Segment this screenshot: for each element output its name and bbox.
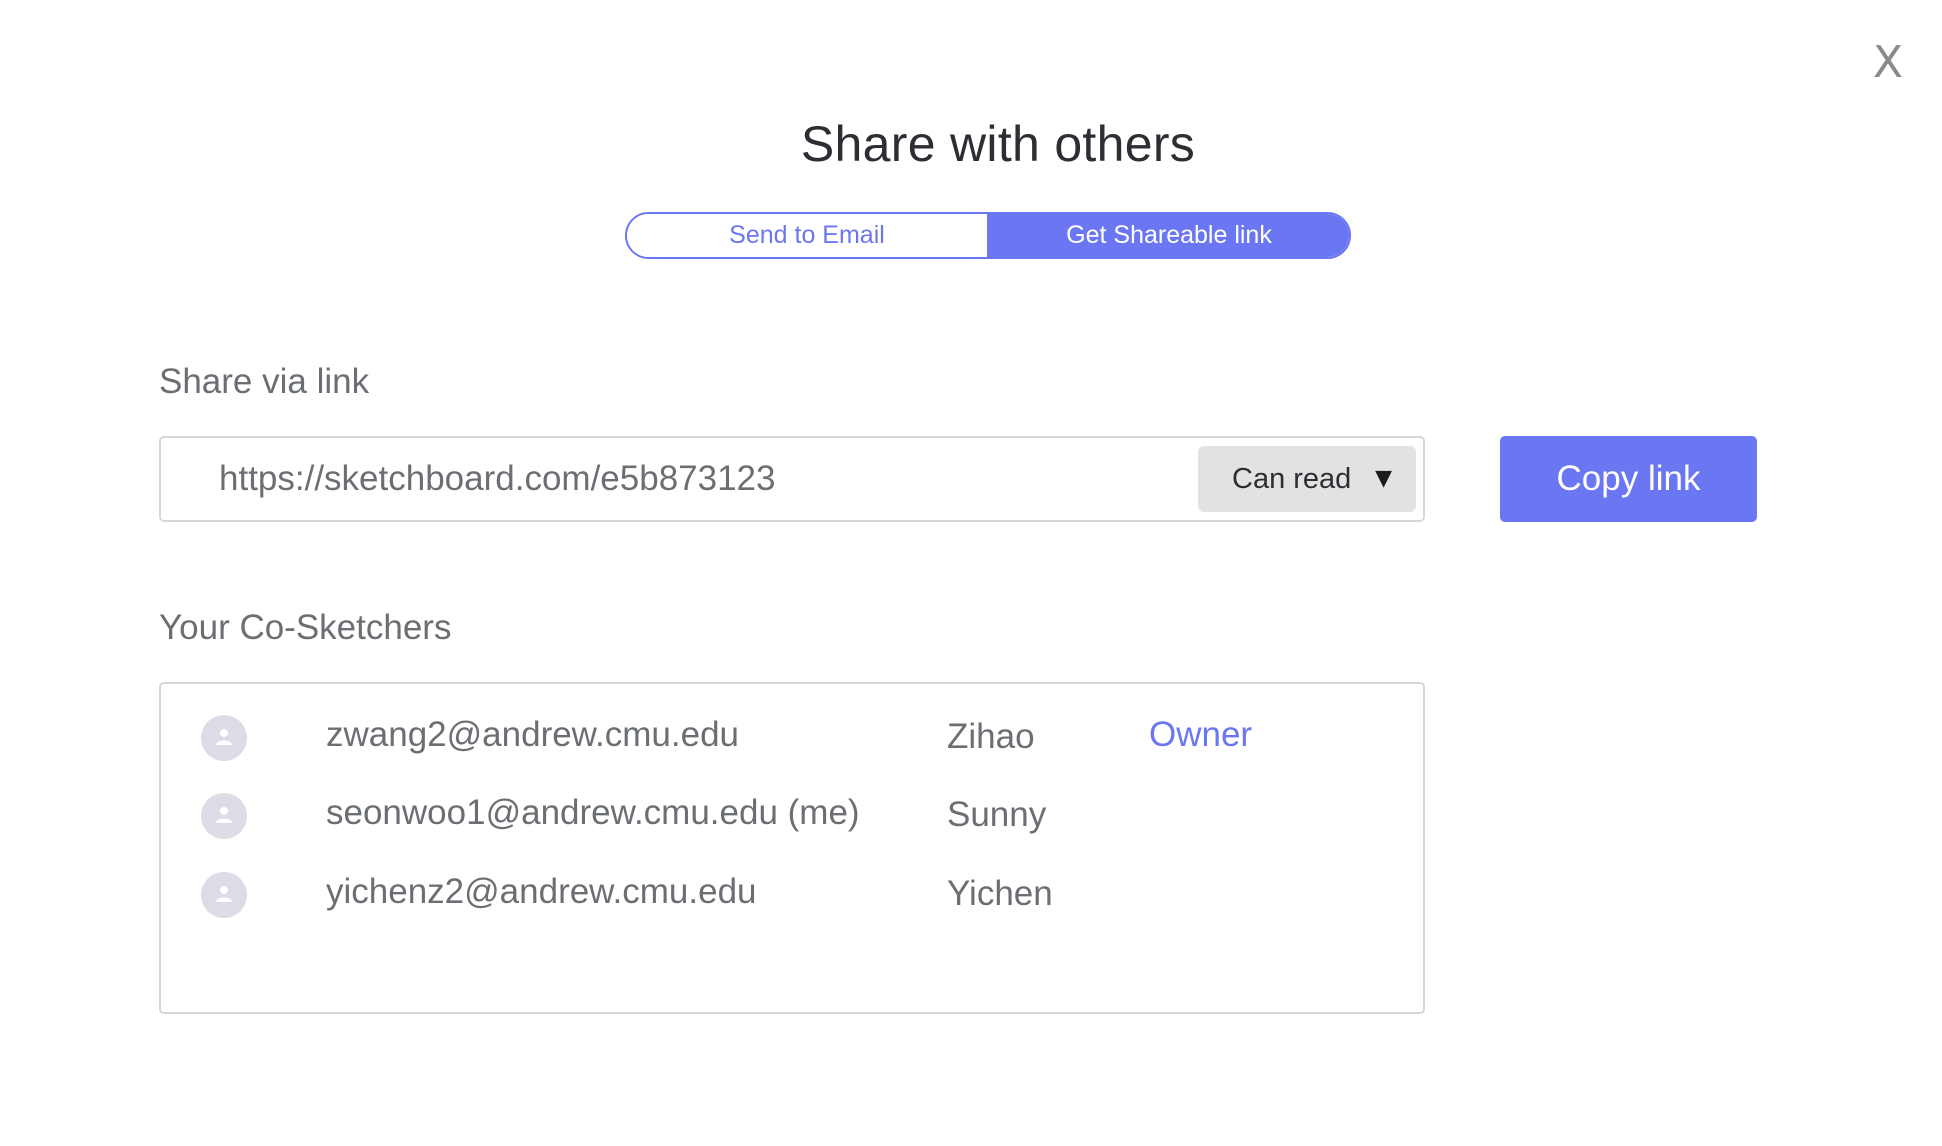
user-icon	[216, 886, 232, 902]
list-item: zwang2@andrew.cmu.edu Zihao Owner	[161, 710, 1423, 770]
share-mode-toggle: Send to Email Get Shareable link	[625, 212, 1351, 259]
tab-send-to-email[interactable]: Send to Email	[627, 214, 989, 257]
sketcher-name: Zihao	[947, 717, 1035, 756]
list-item: yichenz2@andrew.cmu.edu Yichen	[161, 867, 1423, 927]
avatar	[201, 793, 247, 839]
list-item: seonwoo1@andrew.cmu.edu (me) Sunny	[161, 788, 1423, 848]
close-button[interactable]: X	[1868, 38, 1908, 88]
share-dialog: X Share with others Send to Email Get Sh…	[0, 0, 1942, 1146]
avatar	[201, 715, 247, 761]
co-sketchers-label: Your Co-Sketchers	[159, 608, 452, 647]
user-icon	[216, 807, 232, 823]
sketcher-name: Yichen	[947, 874, 1053, 913]
copy-link-button[interactable]: Copy link	[1500, 436, 1757, 522]
avatar	[201, 872, 247, 918]
share-link-field: Can read ▼	[159, 436, 1425, 522]
sketcher-email: seonwoo1@andrew.cmu.edu (me)	[326, 793, 860, 832]
permission-label: Can read	[1232, 462, 1352, 495]
sketcher-role: Owner	[1149, 715, 1253, 754]
share-via-link-label: Share via link	[159, 362, 370, 401]
sketcher-email: zwang2@andrew.cmu.edu	[326, 715, 739, 754]
tab-get-shareable-link[interactable]: Get Shareable link	[989, 214, 1349, 257]
permission-dropdown[interactable]: Can read ▼	[1198, 446, 1416, 512]
user-icon	[216, 729, 232, 745]
dialog-title: Share with others	[800, 116, 1196, 172]
share-link-input[interactable]	[219, 438, 1119, 520]
co-sketchers-list: zwang2@andrew.cmu.edu Zihao Owner seonwo…	[159, 682, 1425, 1014]
caret-down-icon: ▼	[1375, 466, 1392, 491]
sketcher-email: yichenz2@andrew.cmu.edu	[326, 872, 757, 911]
sketcher-name: Sunny	[947, 795, 1047, 834]
